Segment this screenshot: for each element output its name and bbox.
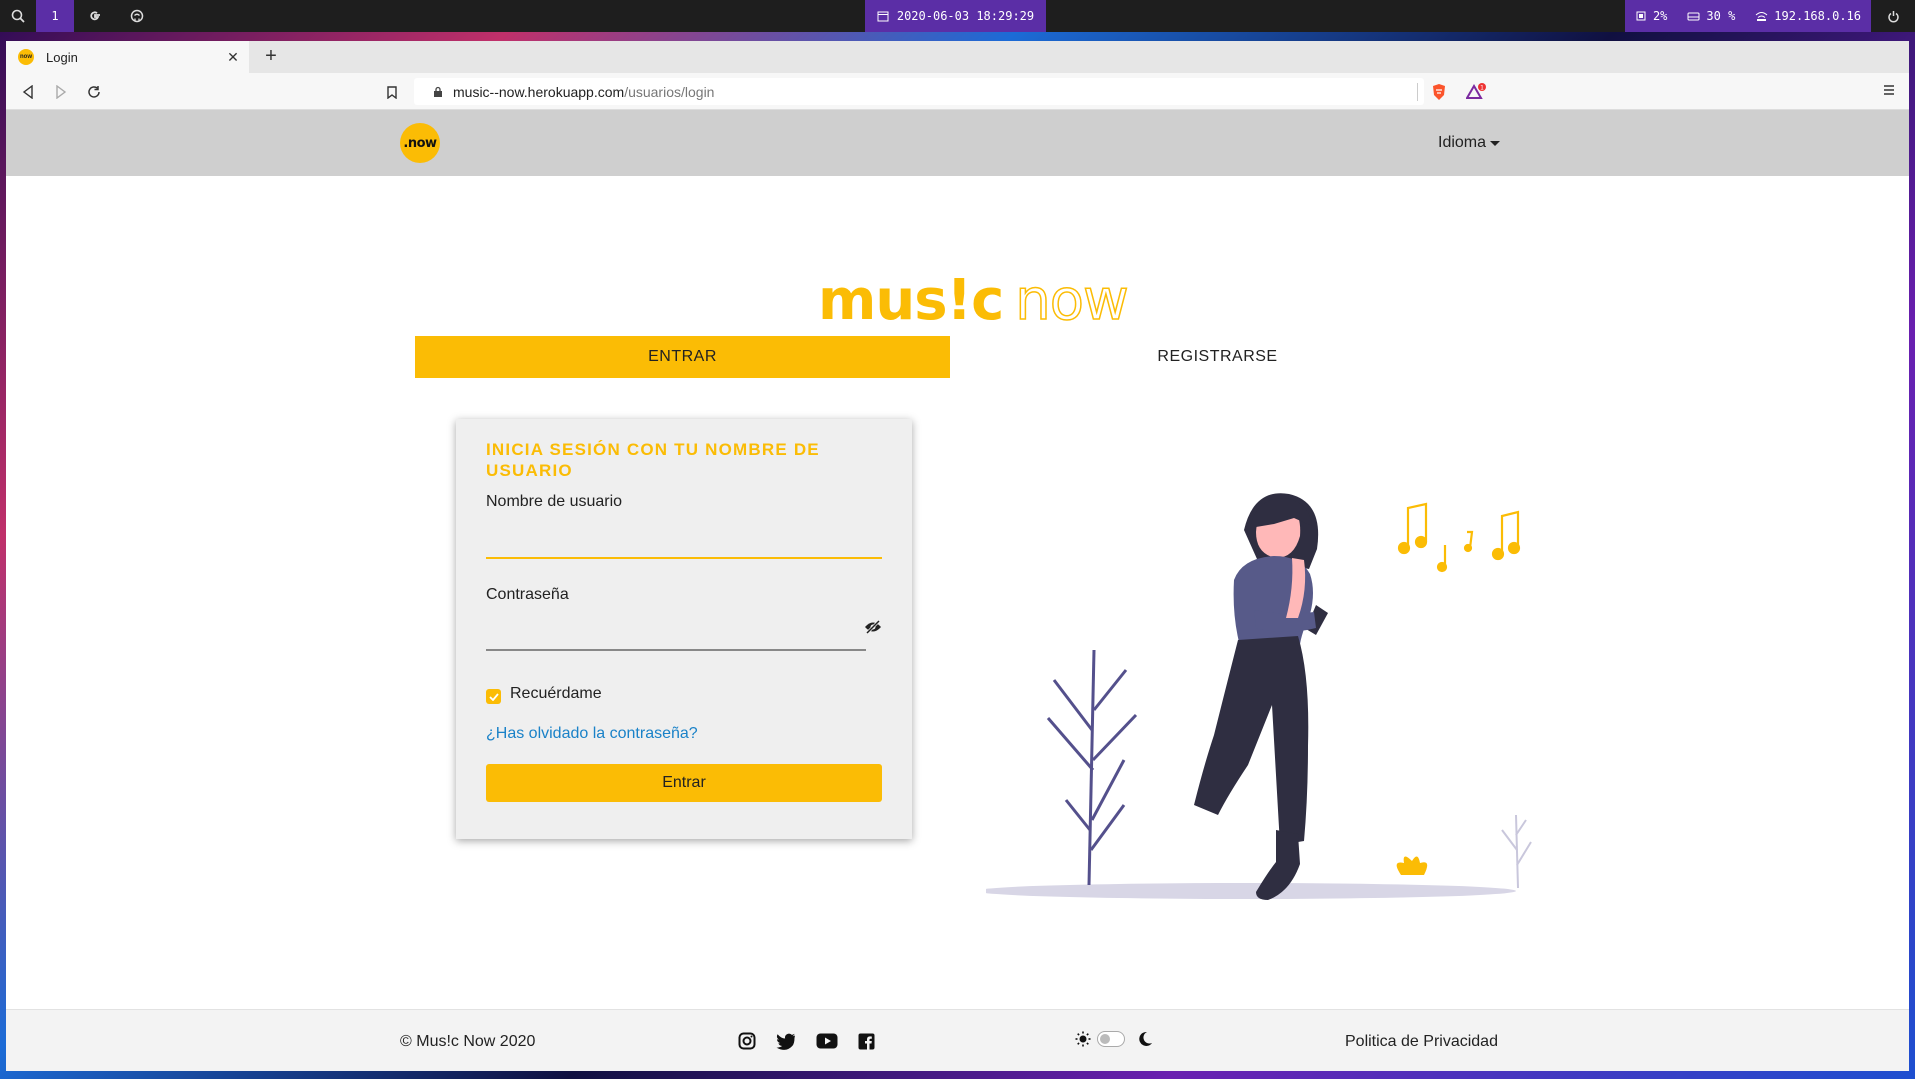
- login-submit-button[interactable]: Entrar: [486, 764, 882, 802]
- password-input[interactable]: [486, 621, 866, 651]
- woman-figure: [1194, 493, 1328, 900]
- brand-logo: mus!c now: [818, 267, 1130, 334]
- clock[interactable]: 2020-06-03 18:29:29: [865, 0, 1046, 32]
- favicon-icon: now: [18, 49, 34, 65]
- ground-shadow: [986, 883, 1516, 899]
- flower: [1396, 856, 1428, 875]
- site-footer: © Mus!c Now 2020 Politica de Privacidad: [6, 1009, 1909, 1071]
- social-links: [738, 1032, 875, 1055]
- copyright-text: © Mus!c Now 2020: [400, 1033, 536, 1050]
- browser-window: now Login ✕ + music--now.herokuapp.com/u…: [6, 41, 1909, 1071]
- calendar-icon: [877, 11, 889, 22]
- ip-text: 192.168.0.16: [1774, 9, 1861, 23]
- facebook-icon[interactable]: [858, 1033, 875, 1055]
- brand-logo-part1: mus!c: [818, 268, 1004, 333]
- tab-title: Login: [46, 49, 78, 65]
- search-icon[interactable]: [0, 0, 36, 32]
- network-icon: [1755, 12, 1768, 21]
- site-navbar: .now Idioma: [6, 110, 1909, 176]
- tab-register[interactable]: REGISTRARSE: [950, 336, 1485, 378]
- language-dropdown[interactable]: Idioma: [1438, 134, 1501, 152]
- power-icon[interactable]: [1871, 0, 1915, 32]
- eye-slash-icon[interactable]: [864, 619, 882, 639]
- username-input[interactable]: [486, 529, 882, 559]
- url-host: music--now.herokuapp.com: [453, 83, 625, 100]
- remember-label[interactable]: Recuérdame: [510, 685, 602, 703]
- forgot-password-link[interactable]: ¿Has olvidado la contraseña?: [486, 725, 698, 743]
- login-card: INICIA SESIÓN CON TU NOMBRE DE USUARIO N…: [456, 419, 912, 839]
- bookmark-icon[interactable]: [382, 82, 402, 102]
- cpu-icon: [1636, 11, 1646, 21]
- menu-icon[interactable]: [1883, 83, 1895, 101]
- tab-bar: now Login ✕ +: [6, 41, 1909, 73]
- cpu-status: 2%: [1625, 0, 1677, 32]
- remember-checkbox[interactable]: [486, 689, 501, 704]
- tab-login[interactable]: ENTRAR: [415, 336, 950, 378]
- username-label: Nombre de usuario: [486, 493, 623, 510]
- plant-left: [1046, 649, 1138, 886]
- youtube-icon[interactable]: [816, 1033, 838, 1054]
- password-label: Contraseña: [486, 586, 569, 603]
- close-tab-icon[interactable]: ✕: [225, 49, 241, 65]
- disk-status: 30 %: [1677, 0, 1745, 32]
- alert-count: 1: [1480, 85, 1484, 92]
- back-icon[interactable]: [18, 82, 38, 102]
- caret-down-icon: [1490, 140, 1501, 146]
- twitter-icon[interactable]: [776, 1033, 796, 1055]
- system-bar: 1 2020-06-03 18:29:29 2% 30 % 192.168.0.…: [0, 0, 1915, 32]
- theme-switch[interactable]: [1097, 1031, 1125, 1047]
- theme-toggle[interactable]: [1075, 1031, 1153, 1047]
- moon-icon: [1139, 1031, 1152, 1046]
- plant-right: [1501, 814, 1532, 889]
- url-divider: [1417, 83, 1418, 101]
- google-icon[interactable]: [74, 0, 116, 32]
- browser-tab[interactable]: now Login ✕: [6, 41, 249, 73]
- brave-rewards-icon[interactable]: 1: [1465, 83, 1488, 104]
- instagram-icon[interactable]: [738, 1032, 756, 1055]
- address-bar[interactable]: music--now.herokuapp.com/usuarios/login …: [414, 78, 1486, 105]
- network-status: 192.168.0.16: [1745, 0, 1871, 32]
- language-label: Idioma: [1438, 134, 1487, 151]
- disk-text: 30 %: [1706, 9, 1736, 23]
- workspace-indicator[interactable]: 1: [36, 0, 74, 32]
- cpu-text: 2%: [1652, 9, 1668, 23]
- checkmark-icon: [488, 692, 499, 701]
- privacy-link[interactable]: Politica de Privacidad: [1345, 1033, 1498, 1051]
- site-logo[interactable]: .now: [400, 123, 440, 163]
- github-icon[interactable]: [116, 0, 158, 32]
- brave-shield-icon[interactable]: [1431, 83, 1447, 104]
- music-illustration: [986, 493, 1532, 900]
- music-notes: [1397, 502, 1521, 573]
- web-page: .now Idioma mus!c now ENTRAR REGISTRARSE …: [6, 110, 1909, 1071]
- brand-logo-part2: now: [1015, 267, 1130, 334]
- sun-icon: [1075, 1031, 1091, 1047]
- clock-text: 2020-06-03 18:29:29: [896, 9, 1035, 23]
- forward-icon[interactable]: [51, 82, 71, 102]
- switch-knob: [1100, 1034, 1110, 1044]
- browser-toolbar: music--now.herokuapp.com/usuarios/login …: [6, 73, 1909, 110]
- disk-icon: [1687, 12, 1700, 21]
- login-title: INICIA SESIÓN CON TU NOMBRE DE USUARIO: [486, 440, 820, 480]
- lock-icon: [434, 86, 442, 97]
- url-path: /usuarios/login: [624, 83, 715, 100]
- reload-icon[interactable]: [84, 82, 104, 102]
- new-tab-icon[interactable]: +: [260, 46, 282, 68]
